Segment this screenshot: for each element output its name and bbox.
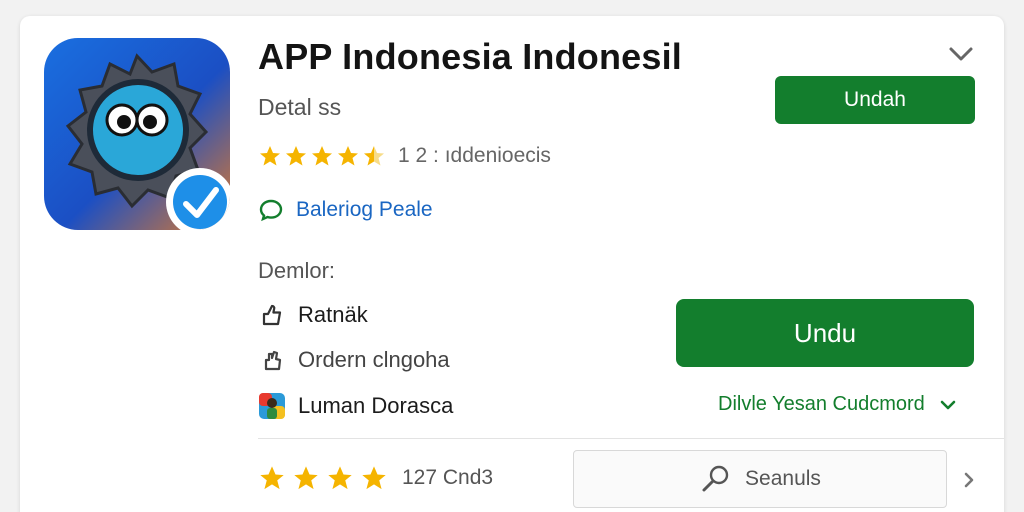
footer-rating-count: 127 Cnd3	[402, 466, 494, 489]
developer-item[interactable]: Ordern clngoha	[258, 346, 450, 374]
developer-item-label: Ordern clngoha	[298, 347, 450, 372]
install-button-top[interactable]: Undah	[775, 76, 975, 124]
app-icon[interactable]	[44, 38, 230, 230]
install-button[interactable]: Undu	[676, 299, 974, 367]
rating-text: 1 2 : ıddenioecis	[398, 144, 551, 167]
star-icon	[260, 146, 280, 166]
rating-stars	[258, 144, 388, 168]
star-icon	[260, 466, 284, 490]
chat-bubble-icon	[259, 199, 283, 222]
app-subtitle: Detal ss	[258, 94, 342, 120]
developer-link[interactable]: Baleriog Peale	[258, 198, 433, 222]
colorful-avatar-icon	[258, 392, 286, 420]
developer-header: Demlor:	[258, 258, 336, 283]
chevron-down-icon	[940, 400, 956, 409]
star-icon	[328, 466, 352, 490]
developer-item-label: Luman Dorasca	[298, 393, 454, 418]
star-half-icon	[364, 146, 384, 166]
star-icon	[338, 146, 358, 166]
chevron-down-icon[interactable]	[944, 40, 978, 68]
app-title: APP Indonesia Indonesil	[258, 36, 683, 77]
more-details-link[interactable]: Dilvle Yesan Cudcmord	[718, 393, 957, 416]
thumbs-up-icon	[258, 301, 286, 329]
developer-item[interactable]: Luman Dorasca	[258, 392, 453, 420]
developer-link-label: Baleriog Peale	[296, 198, 433, 221]
search-icon	[702, 465, 729, 492]
search-button[interactable]: Seanuls	[573, 450, 947, 508]
star-icon	[312, 146, 332, 166]
star-icon	[286, 146, 306, 166]
footer-rating: 127 Cnd3	[258, 464, 493, 492]
more-details-label: Dilvle Yesan Cudcmord	[718, 393, 925, 415]
chevron-right-icon[interactable]	[958, 468, 980, 492]
hand-icon	[258, 346, 286, 374]
developer-item[interactable]: Ratnäk	[258, 301, 368, 329]
search-label: Seanuls	[745, 467, 821, 490]
star-icon	[294, 466, 318, 490]
divider	[258, 438, 1004, 439]
developer-item-label: Ratnäk	[298, 302, 368, 327]
star-icon	[362, 466, 386, 490]
app-rating: 1 2 : ıddenioecis	[258, 144, 551, 168]
